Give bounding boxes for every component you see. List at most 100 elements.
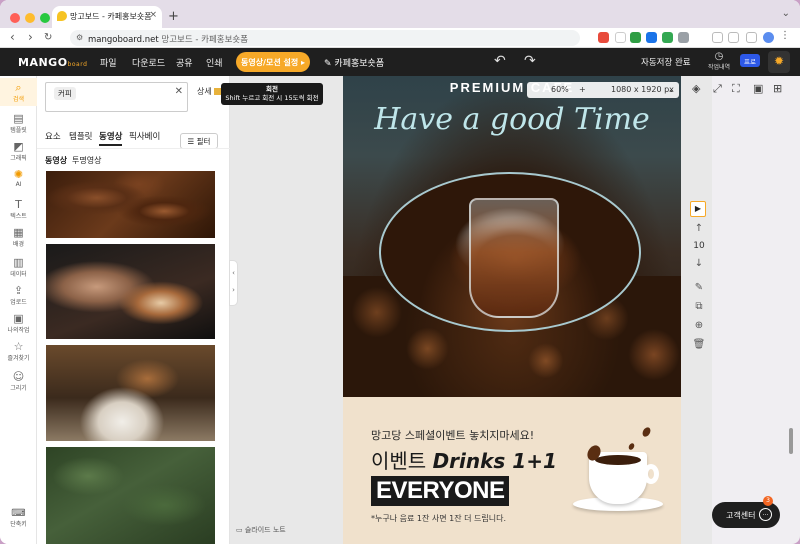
maximize-window-button[interactable]: [40, 13, 50, 23]
profile-avatar[interactable]: [763, 32, 774, 43]
video-thumbnail[interactable]: [46, 244, 215, 339]
rail-item-text[interactable]: T 텍스트: [0, 198, 37, 220]
grid-view-icon[interactable]: ⊞: [773, 82, 782, 95]
settings-gear-icon[interactable]: ✹: [768, 51, 790, 73]
clear-search-icon[interactable]: ✕: [175, 86, 183, 97]
mangoboard-logo[interactable]: MANGOboard: [18, 56, 87, 69]
magic-brush-icon[interactable]: ✎: [690, 282, 708, 293]
site-info-icon[interactable]: ⚙: [76, 33, 83, 42]
page-down-icon[interactable]: ↓: [690, 258, 708, 269]
tab-templates[interactable]: 템플릿: [69, 130, 92, 142]
browser-menu-icon[interactable]: ⋮: [780, 30, 791, 41]
rail-item-draw[interactable]: ☺ 그리기: [0, 370, 37, 392]
pro-badge[interactable]: 프로: [740, 54, 760, 67]
layers-icon[interactable]: ◈: [692, 82, 700, 95]
menu-file[interactable]: 파일: [100, 56, 117, 69]
close-tab-icon[interactable]: ×: [149, 10, 157, 20]
forward-icon[interactable]: ›: [28, 30, 33, 44]
subtab-video[interactable]: 동영상: [45, 155, 67, 166]
resize-icon[interactable]: ⤢: [713, 82, 722, 96]
rail-item-template[interactable]: ▤ 템플릿: [0, 112, 37, 134]
rail-item-search[interactable]: ⌕ 검색: [0, 78, 37, 106]
tab-videos[interactable]: 동영상: [99, 130, 123, 146]
project-name[interactable]: ✎ 카페홍보숏폼: [324, 56, 384, 69]
tab-elements[interactable]: 요소: [45, 130, 61, 142]
chat-bubble-icon: …: [759, 508, 772, 521]
rail-item-ai[interactable]: ✺ AI: [0, 168, 37, 188]
extension-check-icon[interactable]: [630, 32, 641, 43]
preview-icon[interactable]: ▣: [753, 82, 763, 95]
app-header: MANGOboard 파일 다운로드 공유 인쇄 동영상/모션 설정 ▸ ✎ 카…: [0, 48, 800, 76]
video-thumbnail[interactable]: [46, 345, 215, 441]
extension-green-icon[interactable]: [662, 32, 673, 43]
scrollbar[interactable]: [789, 428, 793, 454]
iced-coffee-photo[interactable]: [379, 172, 641, 332]
upload-icon: ⇪: [13, 284, 24, 297]
add-page-icon[interactable]: ⊕: [690, 320, 708, 331]
reload-icon[interactable]: ↻: [44, 32, 52, 43]
search-icon: ⌕: [15, 81, 22, 94]
canvas-size[interactable]: 1080 x 1920 px: [611, 85, 674, 94]
delete-page-icon[interactable]: 🗑: [690, 339, 708, 350]
promo-line-2[interactable]: 이벤트 Drinks 1+1: [371, 445, 557, 474]
duplicate-page-icon[interactable]: ⧉: [690, 301, 708, 312]
rail-item-background[interactable]: ▦ 배경: [0, 226, 37, 248]
rail-item-favorites[interactable]: ☆ 즐겨찾기: [0, 340, 37, 362]
undo-icon[interactable]: ↶: [494, 53, 506, 69]
url-field[interactable]: ⚙ mangoboard.net 망고보드 - 카페홍보숏폼: [70, 30, 580, 46]
zoom-in-icon[interactable]: +: [579, 85, 586, 94]
design-bottom-section[interactable]: 망고당 스페셜이벤트 놓치지마세요! 이벤트 Drinks 1+1 EVERYO…: [343, 397, 681, 544]
rail-item-graphic[interactable]: ◩ 그래픽: [0, 140, 37, 162]
browser-tab[interactable]: 망고보드 - 카페홍보숏폼 ×: [52, 6, 162, 28]
filter-button[interactable]: ☰ 필터: [180, 133, 218, 149]
promo-line-1[interactable]: 망고당 스페셜이벤트 놓치지마세요!: [371, 427, 534, 443]
download-icon[interactable]: [712, 32, 723, 43]
coffee-cup-image[interactable]: [589, 452, 659, 504]
search-panel: 커피 ✕ 상세 요소 템플릿 동영상 픽사베이 ☰ 필터 동영상 투명영상: [37, 76, 230, 544]
redo-icon[interactable]: ↷: [524, 53, 536, 69]
rail-item-upload[interactable]: ⇪ 업로드: [0, 284, 37, 306]
slide-note-button[interactable]: ▭ 슬라이드 노트: [236, 525, 286, 535]
search-input[interactable]: 커피 ✕: [45, 82, 188, 112]
history-button[interactable]: ◷ 작업내역: [707, 51, 731, 71]
size-dropdown-icon[interactable]: ⌄: [668, 85, 675, 94]
subtab-transparent-video[interactable]: 투명영상: [72, 155, 101, 166]
split-view-icon[interactable]: [746, 32, 757, 43]
design-script-text[interactable]: Have a good Time: [343, 102, 681, 137]
video-thumbnail[interactable]: [46, 447, 215, 544]
design-top-image[interactable]: PREMIUM CAFE Have a good Time: [343, 76, 681, 397]
tab-pixabay[interactable]: 픽사베이: [129, 130, 160, 142]
detail-search-button[interactable]: 상세: [197, 86, 222, 97]
back-icon[interactable]: ‹: [10, 30, 15, 44]
tab-list-chevron-icon[interactable]: ⌄: [782, 8, 790, 19]
page-up-icon[interactable]: ↑: [690, 223, 708, 234]
rail-label: 나의작업: [7, 327, 30, 334]
customer-center-button[interactable]: 고객센터 …: [712, 502, 780, 528]
sidebar-icon[interactable]: [728, 32, 739, 43]
shortcut-label: 단축키: [10, 521, 27, 528]
everyone-banner[interactable]: EVERYONE: [371, 476, 510, 506]
play-button[interactable]: ▶: [690, 201, 706, 217]
video-thumbnail[interactable]: [46, 171, 215, 238]
menu-print[interactable]: 인쇄: [206, 56, 223, 69]
promo-note[interactable]: *누구나 음료 1잔 사면 1잔 더 드립니다.: [371, 513, 506, 524]
detail-label: 상세: [197, 87, 212, 96]
shortcut-button[interactable]: ⌨ 단축키: [6, 508, 31, 528]
extensions-puzzle-icon[interactable]: [678, 32, 689, 43]
menu-download[interactable]: 다운로드: [132, 56, 165, 69]
fit-screen-icon[interactable]: ⛶: [732, 82, 740, 96]
translate-icon[interactable]: [646, 32, 657, 43]
extension-shield-icon[interactable]: [615, 32, 626, 43]
pro-label: 프로: [744, 58, 756, 66]
extension-red-icon[interactable]: [598, 32, 609, 43]
menu-share[interactable]: 공유: [176, 56, 193, 69]
new-tab-icon[interactable]: +: [168, 9, 179, 24]
search-chip[interactable]: 커피: [54, 87, 76, 100]
video-motion-settings-button[interactable]: 동영상/모션 설정 ▸: [236, 52, 310, 72]
minimize-window-button[interactable]: [25, 13, 35, 23]
close-window-button[interactable]: [10, 13, 20, 23]
zoom-level[interactable]: 60%: [551, 85, 569, 94]
rail-item-my-work[interactable]: ▣ 나의작업: [0, 312, 37, 334]
panel-collapse-handle[interactable]: ‹ ›: [229, 260, 238, 306]
rail-item-data[interactable]: ▥ 데이터: [0, 256, 37, 278]
